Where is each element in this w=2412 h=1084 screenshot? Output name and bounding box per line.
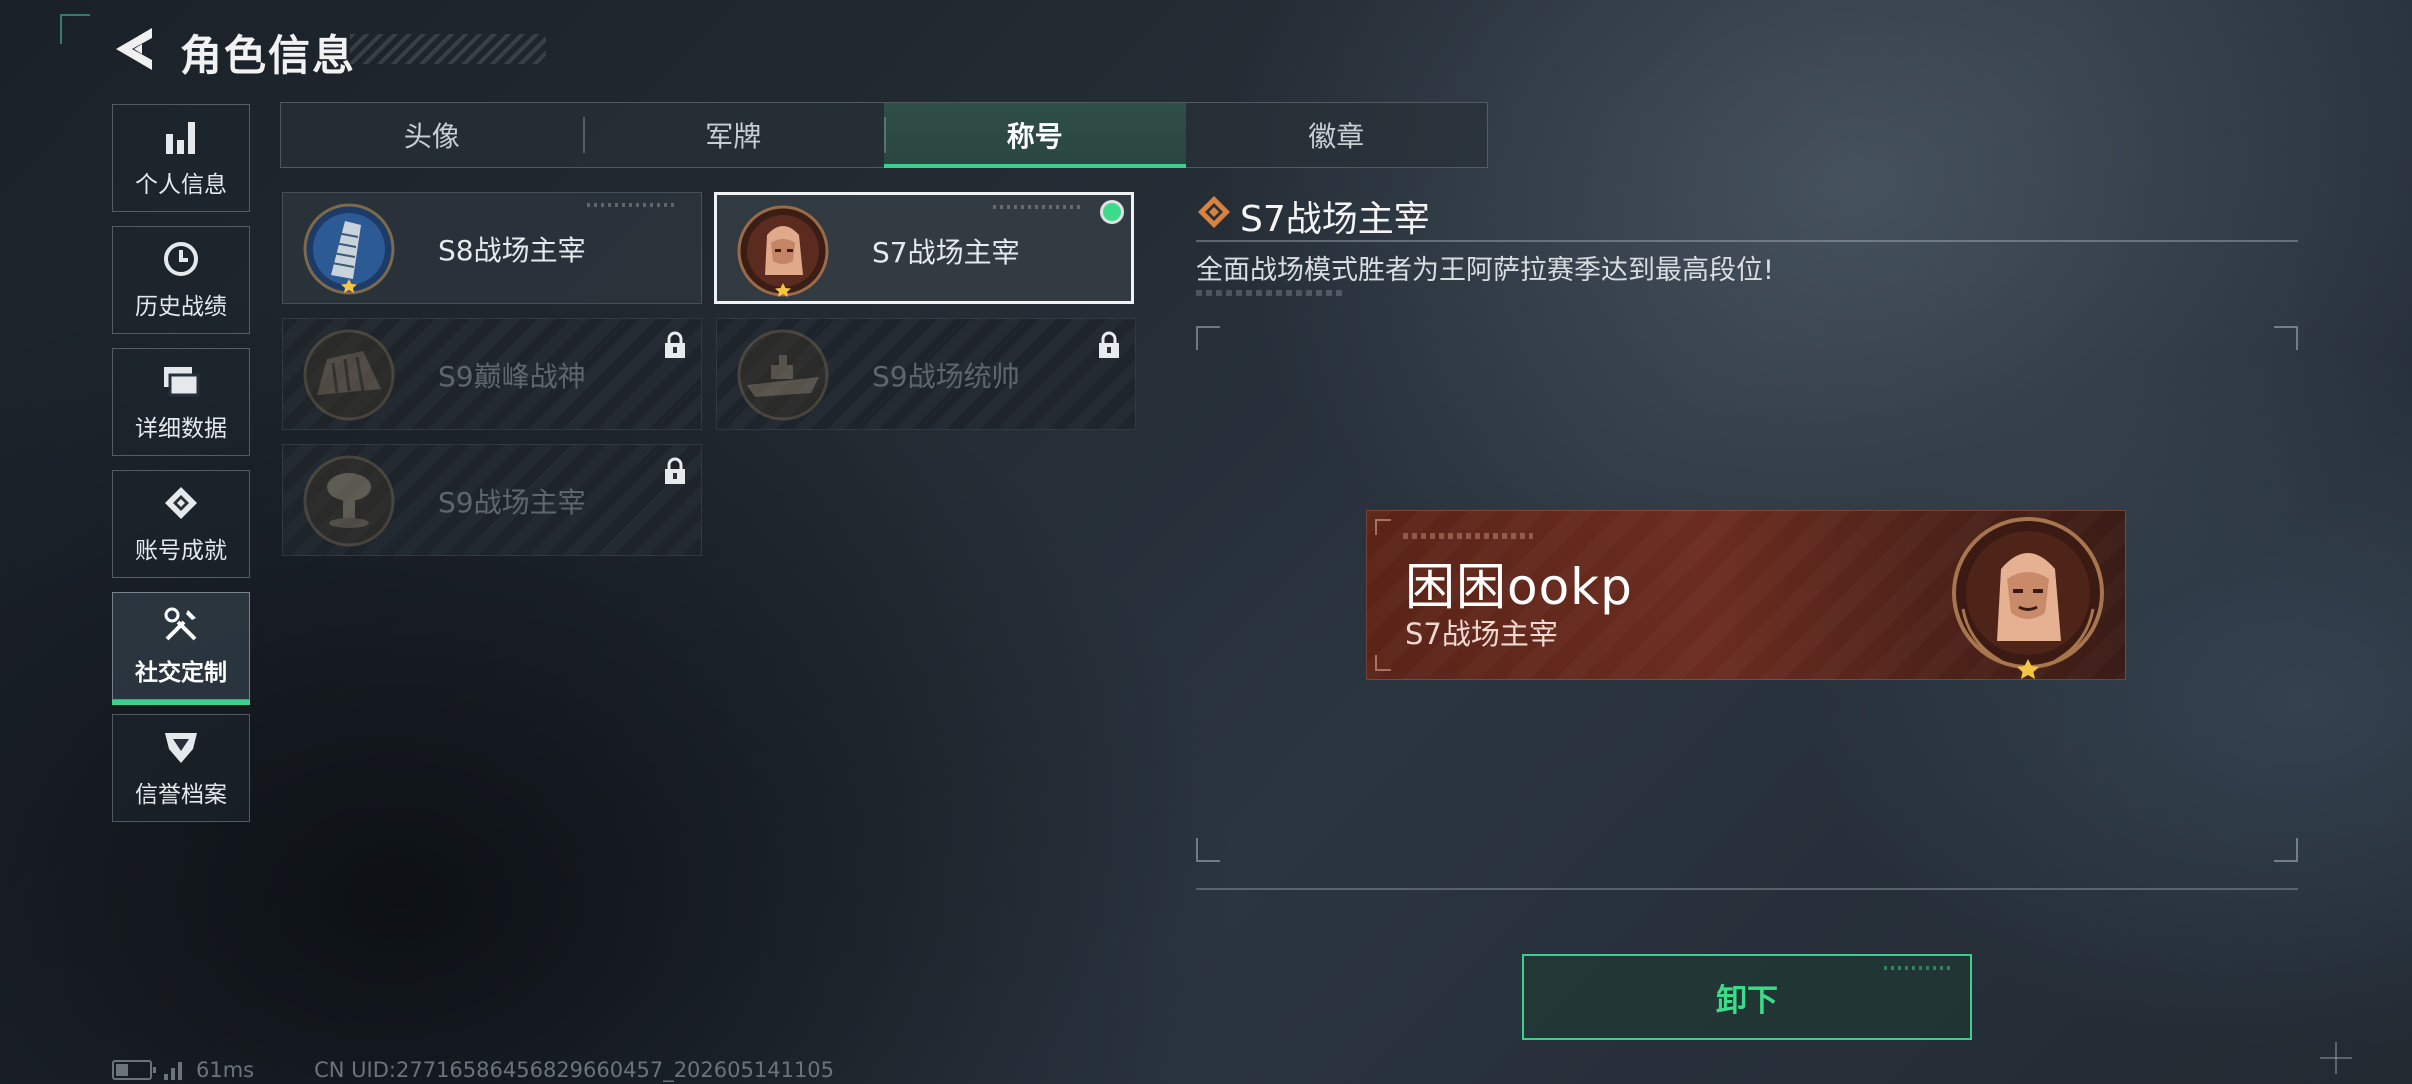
credibility-shield-icon [161,727,201,767]
sidebar-item-label: 社交定制 [135,660,227,686]
bar-chart-icon [161,117,201,157]
sidebar-item-label: 详细数据 [135,416,227,442]
title-name: S9战场主宰 [438,486,586,519]
status-bar: 61ms CN UID:27716586456829660457_2026051… [112,1058,834,1082]
frame-corner [1196,838,1220,862]
tab-avatar[interactable]: 头像 [281,103,583,167]
title-card-selected[interactable]: S7战场主宰 [714,192,1134,304]
lock-icon [1097,331,1121,359]
tab-dog-tag[interactable]: 军牌 [582,103,885,167]
sidebar-item-achievements[interactable]: 账号成就 [112,470,250,578]
divider [1196,240,2298,242]
frame-corner [1196,326,1220,350]
lock-icon [663,457,687,485]
title-name: S9战场统帅 [872,360,1020,393]
mushroom-cloud-emblem-icon [303,455,395,547]
nameplate-title: S7战场主宰 [1405,617,1558,651]
frame-corner [2274,838,2298,862]
nameplate-corner [1375,655,1391,671]
back-arrow-icon[interactable] [112,26,156,72]
sidebar-item-label: 信誉档案 [135,782,227,808]
title-card-locked[interactable]: S9战场主宰 [282,444,702,556]
skyscraper-emblem-icon [303,203,395,295]
signal-icon [164,1060,182,1080]
sidebar-item-label: 个人信息 [135,172,227,198]
sphinx-emblem-icon [1949,513,2107,679]
card-decoration [993,205,1083,209]
title-diamond-icon [1196,194,1232,230]
sphinx-emblem-icon [737,205,829,297]
detail-description: 全面战场模式胜者为王阿萨拉赛季达到最高段位! [1196,255,1774,286]
uid-text: CN UID:27716586456829660457_202605141105 [314,1058,835,1082]
title-card-locked[interactable]: S9巅峰战神 [282,318,702,430]
detail-title: S7战场主宰 [1240,199,1430,240]
battery-icon [112,1060,156,1080]
page-title: 角色信息 [180,31,357,80]
corner-decoration [60,14,90,44]
sidebar: 个人信息 历史战绩 详细数据 账号成就 社交定制 信誉档案 [112,104,250,836]
tab-badge[interactable]: 徽章 [1186,103,1488,167]
lock-icon [663,331,687,359]
sidebar-item-label: 历史战绩 [135,294,227,320]
folder-icon [161,361,201,401]
sidebar-item-detailed-data[interactable]: 详细数据 [112,348,250,456]
nameplate-corner [1375,519,1391,535]
title-name: S7战场主宰 [872,236,1020,269]
tab-bar: 头像 军牌 称号 徽章 [280,102,1488,168]
title-card[interactable]: S8战场主宰 [282,192,702,304]
tools-icon [161,605,201,645]
history-clock-icon [161,239,201,279]
description-decoration [1196,290,1346,296]
divider [1196,888,2298,890]
title-decoration [350,34,546,64]
title-name: S8战场主宰 [438,234,586,267]
unequip-button[interactable]: 卸下 [1522,954,1972,1040]
nameplate-preview: 困困ookp S7战场主宰 [1366,510,2126,680]
card-decoration [587,203,677,207]
fortress-emblem-icon [303,329,395,421]
warship-emblem-icon [737,329,829,421]
crosshair-icon [2318,1040,2354,1076]
title-name: S9巅峰战神 [438,360,586,393]
player-name: 困困ookp [1405,558,1633,616]
sidebar-item-personal-info[interactable]: 个人信息 [112,104,250,212]
equipped-indicator-icon [1103,203,1121,221]
sidebar-item-label: 账号成就 [135,538,227,564]
achievement-icon [161,483,201,523]
tab-title[interactable]: 称号 [884,103,1186,168]
frame-corner [2274,326,2298,350]
sidebar-item-credibility[interactable]: 信誉档案 [112,714,250,822]
sidebar-item-social-customization[interactable]: 社交定制 [112,592,250,705]
nameplate-decoration [1403,533,1533,539]
title-card-locked[interactable]: S9战场统帅 [716,318,1136,430]
ping-value: 61ms [196,1058,255,1082]
sidebar-item-history[interactable]: 历史战绩 [112,226,250,334]
